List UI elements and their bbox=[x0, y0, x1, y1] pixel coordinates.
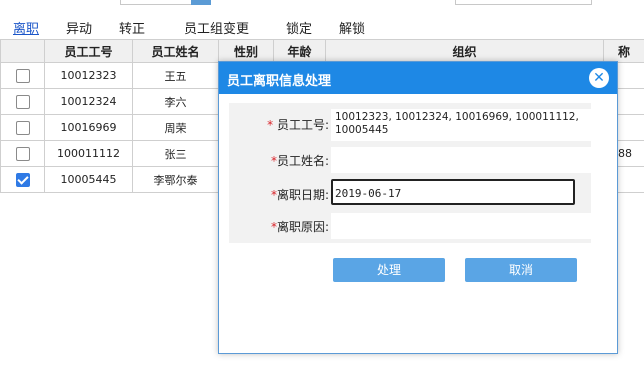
emp-name-field[interactable] bbox=[331, 147, 591, 173]
dialog-header[interactable]: 员工离职信息处理 ✕ bbox=[219, 62, 617, 94]
transfer-link[interactable]: 异动 bbox=[66, 18, 92, 37]
cell-emp-id: 10016969 bbox=[44, 114, 133, 141]
cell-emp-name: 李鄂尔泰 bbox=[132, 166, 219, 193]
cell-emp-id: 100011112 bbox=[44, 140, 133, 167]
row-checkbox-checked[interactable] bbox=[15, 172, 30, 187]
resignation-dialog: 员工离职信息处理 ✕ * 员工工号: 10012323, 10012324, 1… bbox=[218, 61, 618, 354]
header-emp-id[interactable]: 员工工号 bbox=[44, 39, 133, 63]
leave-reason-label: *离职原因: bbox=[270, 220, 329, 234]
search-input[interactable] bbox=[455, 0, 592, 5]
change-group-link[interactable]: 员工组变更 bbox=[184, 18, 249, 37]
cell-emp-id: 10012323 bbox=[44, 62, 133, 89]
header-title[interactable]: 称 bbox=[603, 39, 644, 63]
cell-emp-id: 10012324 bbox=[44, 88, 133, 115]
cell-emp-name: 周荣 bbox=[132, 114, 219, 141]
row-checkbox[interactable] bbox=[15, 120, 30, 135]
row-checkbox[interactable] bbox=[15, 146, 30, 161]
cell-emp-name: 李六 bbox=[132, 88, 219, 115]
resign-link[interactable]: 离职 bbox=[13, 18, 39, 37]
process-button[interactable]: 处理 bbox=[333, 258, 445, 282]
unlock-link[interactable]: 解锁 bbox=[339, 18, 365, 37]
leave-date-input[interactable]: 2019-06-17 bbox=[331, 179, 575, 205]
close-icon[interactable]: ✕ bbox=[589, 68, 609, 88]
leave-reason-field[interactable] bbox=[331, 213, 591, 239]
cell-emp-name: 王五 bbox=[132, 62, 219, 89]
leave-date-label: *离职日期: bbox=[270, 188, 329, 202]
cell-emp-name: 张三 bbox=[132, 140, 219, 167]
row-checkbox[interactable] bbox=[15, 68, 30, 83]
filter-input[interactable] bbox=[120, 0, 192, 5]
resignation-form: * 员工工号: 10012323, 10012324, 10016969, 10… bbox=[229, 103, 591, 243]
header-age[interactable]: 年龄 bbox=[273, 39, 326, 63]
confirm-regular-link[interactable]: 转正 bbox=[119, 18, 145, 37]
required-icon: * bbox=[267, 118, 274, 132]
dialog-title: 员工离职信息处理 bbox=[227, 74, 332, 89]
header-emp-name[interactable]: 员工姓名 bbox=[132, 39, 219, 63]
header-org[interactable]: 组织 bbox=[325, 39, 604, 63]
lock-link[interactable]: 锁定 bbox=[286, 18, 312, 37]
cell-emp-id: 10005445 bbox=[44, 166, 133, 193]
filter-dropdown-button[interactable] bbox=[191, 0, 211, 5]
header-select bbox=[0, 39, 45, 63]
emp-name-label: *员工姓名: bbox=[270, 154, 329, 168]
row-checkbox[interactable] bbox=[15, 94, 30, 109]
top-filter-strip bbox=[0, 0, 644, 12]
emp-id-field: 10012323, 10012324, 10016969, 100011112,… bbox=[331, 109, 591, 141]
action-toolbar: 离职 异动 转正 员工组变更 锁定 解锁 bbox=[0, 14, 644, 38]
emp-id-label: * 员工工号: bbox=[267, 118, 329, 132]
cancel-button[interactable]: 取消 bbox=[465, 258, 577, 282]
table-header-row: 员工工号 员工姓名 性别 年龄 组织 称 bbox=[0, 39, 644, 63]
header-gender[interactable]: 性别 bbox=[218, 39, 274, 63]
